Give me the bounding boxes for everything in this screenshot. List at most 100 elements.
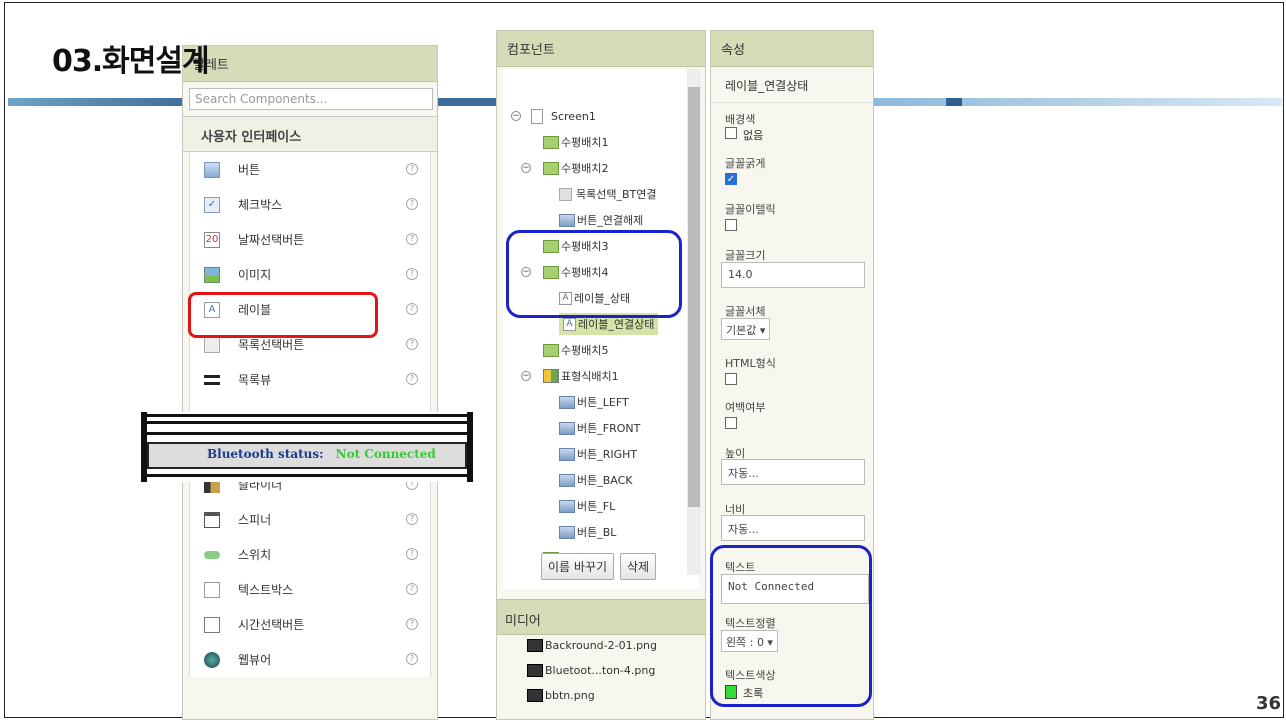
bg-color-swatch[interactable]	[725, 127, 737, 139]
tree-item-button[interactable]: 버튼_BACK	[559, 469, 633, 491]
palette-item-label: 텍스트박스	[238, 583, 294, 597]
media-item-label: bbtn.png	[545, 689, 595, 702]
button-icon	[204, 161, 220, 178]
tree-item-button[interactable]: 버튼_FRONT	[559, 417, 640, 439]
palette-item-spinner[interactable]: 스피너?	[190, 502, 430, 537]
tree-item-button[interactable]: 버튼_LEFT	[559, 391, 629, 413]
tree-item-table[interactable]: − 표형식배치1	[521, 365, 619, 387]
help-icon[interactable]: ?	[406, 268, 418, 280]
tree-item-button[interactable]: 버튼_FL	[559, 495, 615, 517]
image-file-icon	[527, 664, 543, 677]
help-icon[interactable]: ?	[406, 338, 418, 350]
font-size-label: 글꼴크기	[725, 249, 766, 262]
horizontal-component-icon	[543, 135, 559, 149]
html-format-checkbox[interactable]	[725, 373, 737, 385]
tree-item-label: 버튼_RIGHT	[577, 448, 638, 461]
palette-item-button[interactable]: 버튼?	[190, 152, 430, 187]
button-component-icon	[559, 421, 575, 435]
horizontal4-highlight-box	[506, 230, 682, 318]
font-size-input[interactable]: 14.0	[721, 262, 865, 288]
rename-button[interactable]: 이름 바꾸기	[541, 553, 615, 580]
tree-item-button[interactable]: 버튼_RIGHT	[559, 443, 637, 465]
bold-label: 글꼴굵게	[725, 157, 766, 170]
tree-item-horizontal[interactable]: 수평배치5	[543, 339, 608, 361]
bold-checkbox[interactable]: ✓	[725, 173, 737, 185]
width-input[interactable]: 자동...	[721, 515, 865, 541]
collapse-icon[interactable]: −	[511, 111, 521, 121]
margin-checkbox[interactable]	[725, 417, 737, 429]
help-icon[interactable]: ?	[406, 583, 418, 595]
tree-item-label: Screen1	[551, 109, 596, 123]
help-icon[interactable]: ?	[406, 513, 418, 525]
tree-item-horizontal[interactable]: − 수평배치2	[521, 157, 609, 179]
button-component-icon	[559, 395, 575, 409]
palette-item-switch[interactable]: 스위치?	[190, 537, 430, 572]
screen-component-icon	[531, 108, 543, 124]
palette-item-textbox[interactable]: 텍스트박스?	[190, 572, 430, 607]
switch-icon	[204, 550, 220, 559]
tree-item-label: 버튼_FRONT	[577, 422, 641, 435]
tree-item-button[interactable]: 버튼_연결해제	[559, 209, 643, 231]
height-input[interactable]: 자동...	[721, 459, 865, 485]
media-item[interactable]: bbtn.png	[527, 689, 595, 702]
italic-checkbox[interactable]	[725, 219, 737, 231]
tree-item-label: 버튼_LEFT	[577, 396, 629, 409]
media-item-label: Backround-2-01.png	[545, 639, 658, 652]
italic-label: 글꼴이텔릭	[725, 203, 776, 216]
help-icon[interactable]: ?	[406, 618, 418, 630]
help-icon[interactable]: ?	[406, 303, 418, 315]
palette-item-label: 웹뷰어	[238, 653, 272, 667]
help-icon[interactable]: ?	[406, 198, 418, 210]
tree-item-label: 버튼_연결해제	[577, 214, 644, 227]
tree-item-button[interactable]: 버튼_BL	[559, 521, 616, 543]
palette-item-web-viewer[interactable]: 웹뷰어?	[190, 642, 430, 677]
palette-item-time-picker[interactable]: 시간선택버튼?	[190, 607, 430, 642]
bg-color-value[interactable]: 없음	[743, 127, 763, 143]
button-component-icon	[559, 499, 575, 513]
media-section: 미디어 Backround-2-01.png Bluetoot...ton-4.p…	[497, 599, 705, 720]
properties-header: 속성	[711, 31, 873, 67]
help-icon[interactable]: ?	[406, 548, 418, 560]
help-icon[interactable]: ?	[406, 163, 418, 175]
button-component-icon	[559, 213, 575, 227]
list-picker-icon	[204, 336, 220, 353]
tree-item-horizontal[interactable]: 수평배치1	[543, 131, 608, 153]
palette-item-label: 날짜선택버튼	[238, 233, 305, 247]
palette-item-label: 목록선택버튼	[238, 338, 305, 352]
palette-item-label: 체크박스	[238, 198, 283, 212]
collapse-icon[interactable]: −	[521, 371, 531, 381]
help-icon[interactable]: ?	[406, 653, 418, 665]
title-underline-right	[872, 98, 1282, 106]
help-icon[interactable]: ?	[406, 373, 418, 385]
image-file-icon	[527, 639, 543, 652]
palette-item-calendar[interactable]: 20 날짜선택버튼?	[190, 222, 430, 257]
tree-item-label: 표형식배치1	[561, 370, 619, 383]
media-item[interactable]: Bluetoot...ton-4.png	[527, 664, 655, 677]
spinner-icon	[204, 511, 220, 528]
palette-item-label: 스피너	[238, 513, 272, 527]
tree-item-screen[interactable]: − Screen1	[511, 105, 596, 127]
tree-scrollbar[interactable]	[687, 69, 701, 575]
palette-item-checkbox[interactable]: ✓ 체크박스?	[190, 187, 430, 222]
media-item[interactable]: Backround-2-01.png	[527, 639, 657, 652]
web-viewer-icon	[204, 651, 220, 668]
collapse-icon[interactable]: −	[521, 163, 531, 173]
bluetooth-status-value: Not Connected	[335, 447, 436, 461]
palette-item-label: 이미지	[238, 268, 272, 282]
ui-section-header[interactable]: 사용자 인터페이스	[183, 116, 437, 152]
margin-label: 여백여부	[725, 401, 766, 414]
bluetooth-preview: Bluetooth status: Not Connected	[141, 412, 473, 482]
tree-item-label: 수평배치1	[561, 136, 609, 149]
palette-item-image[interactable]: 이미지?	[190, 257, 430, 292]
label-component-icon: A	[563, 317, 576, 331]
palette-item-label: 스위치	[238, 548, 272, 562]
search-input[interactable]: Search Components...	[189, 88, 433, 110]
help-icon[interactable]: ?	[406, 233, 418, 245]
tree-item-label: 수평배치2	[561, 162, 609, 175]
typeface-dropdown[interactable]: 기본값 ▾	[721, 318, 771, 340]
palette-item-list-view[interactable]: 목록뷰?	[190, 362, 430, 397]
time-picker-icon	[204, 616, 220, 633]
tree-item-label: 버튼_BL	[577, 526, 617, 539]
tree-item-list[interactable]: 목록선택_BT연결	[559, 183, 657, 205]
delete-button[interactable]: 삭제	[620, 553, 657, 580]
